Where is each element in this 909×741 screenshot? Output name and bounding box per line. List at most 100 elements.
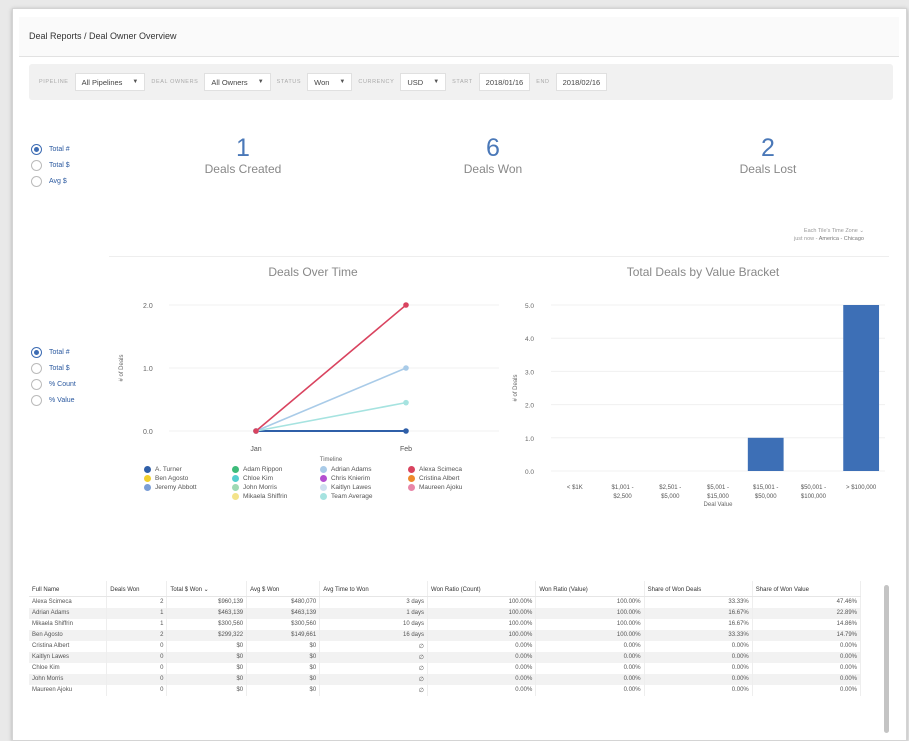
radio-count[interactable]: % Count [31, 379, 76, 390]
data-point-a-turner[interactable] [403, 428, 409, 434]
radio-total[interactable]: Total # [31, 144, 70, 155]
cell-share-of-won-value: 0.00% [752, 673, 862, 685]
caret-down-icon: ▼ [433, 79, 440, 85]
timezone-selector[interactable]: Each Tile's Time Zone ⌄ [794, 227, 864, 235]
cell-full-name: Cristina Albert [29, 640, 108, 652]
cell-won-ratio-count: 100.00% [427, 596, 537, 608]
table-row[interactable]: Kaitlyn Lawes 0 $0 $0 ∅ 0.00% 0.00% 0.00% 0.00% [29, 651, 862, 663]
column-header-total-won[interactable]: Total $ Won ⌄ [166, 581, 248, 597]
legend-item-alexa-scimeca[interactable]: Alexa Scimeca [408, 466, 488, 473]
legend-item-cristina-albert[interactable]: Cristina Albert [408, 475, 488, 482]
currency-select[interactable]: USD ▼ [400, 73, 447, 91]
cell-avg-time-to-won: 1 days [319, 607, 429, 619]
cell-avg-time-to-won: 16 days [319, 629, 429, 641]
cell-avg-won: $0 [246, 684, 321, 696]
cell-won-ratio-count: 0.00% [427, 684, 537, 696]
column-header-avg-won[interactable]: Avg $ Won [246, 581, 321, 597]
header-bar: Deal Reports / Deal Owner Overview [19, 17, 899, 57]
table-row[interactable]: Chloe Kim 0 $0 $0 ∅ 0.00% 0.00% 0.00% 0.00% [29, 662, 862, 674]
pipeline-select[interactable]: All Pipelines ▼ [74, 73, 146, 91]
legend-item-john-morris[interactable]: John Morris [232, 484, 312, 491]
table-row[interactable]: Ben Agosto 2 $299,322 $149,661 16 days 100.00… [29, 629, 862, 641]
table-row[interactable]: Adrian Adams 1 $463,139 $463,139 1 days 100.0… [29, 607, 862, 619]
cell-full-name: Alexa Scimeca [29, 596, 108, 608]
column-header-share-of-won-value[interactable]: Share of Won Value [752, 581, 862, 597]
cell-total-won: $0 [166, 673, 248, 685]
start-date-input[interactable]: 2018/01/16 [478, 73, 531, 91]
legend-item-a-turner[interactable]: A. Turner [144, 466, 224, 473]
legend-item-ben-agosto[interactable]: Ben Agosto [144, 475, 224, 482]
x-axis-label: Timeline [320, 457, 343, 463]
column-header-full-name[interactable]: Full Name [29, 581, 108, 597]
column-header-avg-time-to-won[interactable]: Avg Time to Won [319, 581, 429, 597]
x-tick-label: $15,000 [707, 494, 729, 500]
radio-total[interactable]: Total $ [31, 160, 70, 171]
cell-share-of-won-value: 47.46% [752, 596, 862, 608]
radio-value[interactable]: % Value [31, 395, 76, 406]
cell-avg-won: $300,560 [246, 618, 321, 630]
cell-share-of-won-deals: 16.67% [644, 607, 753, 619]
legend-swatch-icon [408, 475, 415, 482]
radio-total[interactable]: Total # [31, 347, 76, 358]
end-label: End [536, 79, 550, 85]
x-tick-label: $1,001 - [612, 485, 634, 491]
series-line-adrian-adams [255, 367, 407, 432]
table-row[interactable]: John Morris 0 $0 $0 ∅ 0.00% 0.00% 0.00% 0.00% [29, 673, 862, 685]
legend-item-adam-rippon[interactable]: Adam Rippon [232, 466, 312, 473]
legend-item-mikaela-shiffrin[interactable]: Mikaela Shiffrin [232, 493, 312, 500]
cell-share-of-won-deals: 0.00% [644, 662, 753, 674]
breadcrumb[interactable]: Deal Reports / Deal Owner Overview [29, 31, 177, 41]
cell-full-name: Maureen Ajoku [29, 684, 108, 696]
table-scrollbar[interactable] [884, 585, 889, 733]
legend-item-chris-knierim[interactable]: Chris Knierim [320, 475, 400, 482]
legend-item-adrian-adams[interactable]: Adrian Adams [320, 466, 400, 473]
cell-won-ratio-count: 0.00% [427, 662, 537, 674]
legend-item-team-average[interactable]: Team Average [320, 493, 400, 500]
series-line-team-average [255, 401, 407, 432]
legend-label: Adam Rippon [243, 466, 283, 473]
legend-item-kaitlyn-lawes[interactable]: Kaitlyn Lawes [320, 484, 400, 491]
x-tick-label: $50,000 [755, 494, 777, 500]
cell-won-ratio-value: 100.00% [535, 629, 645, 641]
bar[interactable] [747, 437, 784, 471]
data-point-adrian-adams[interactable] [403, 365, 409, 371]
cell-share-of-won-deals: 0.00% [644, 640, 753, 652]
column-header-share-of-won-deals[interactable]: Share of Won Deals [644, 581, 753, 597]
legend-item-maureen-ajoku[interactable]: Maureen Ajoku [408, 484, 488, 491]
legend-item-jeremy-abbott[interactable]: Jeremy Abbott [144, 484, 224, 491]
cell-deals-won: 1 [106, 618, 168, 630]
cell-avg-won: $0 [246, 673, 321, 685]
table-row[interactable]: Maureen Ajoku 0 $0 $0 ∅ 0.00% 0.00% 0.00% 0.00% [29, 684, 862, 696]
cell-won-ratio-count: 100.00% [427, 618, 537, 630]
radio-button-icon [31, 363, 42, 374]
cell-avg-won: $463,139 [246, 607, 321, 619]
cell-won-ratio-value: 0.00% [535, 662, 645, 674]
pipeline-value: All Pipelines [81, 77, 123, 87]
cell-deals-won: 1 [106, 607, 168, 619]
status-select[interactable]: Won ▼ [307, 73, 353, 91]
radio-avg[interactable]: Avg $ [31, 176, 70, 187]
column-header-deals-won[interactable]: Deals Won [106, 581, 168, 597]
y-tick-label: 3.0 [525, 369, 534, 376]
y-axis-label: # of Deals [119, 354, 125, 381]
legend-label: A. Turner [155, 466, 182, 473]
y-tick-label: 0.0 [525, 469, 534, 476]
radio-total[interactable]: Total $ [31, 363, 76, 374]
deal-owners-select[interactable]: All Owners ▼ [204, 73, 271, 91]
legend-swatch-icon [144, 466, 151, 473]
table-row[interactable]: Mikaela Shiffrin 1 $300,560 $300,560 10 days… [29, 618, 862, 630]
cell-share-of-won-deals: 0.00% [644, 673, 753, 685]
data-point-alexa-scimeca[interactable] [403, 302, 409, 308]
legend-item-chloe-kim[interactable]: Chloe Kim [232, 475, 312, 482]
cell-won-ratio-value: 0.00% [535, 684, 645, 696]
bar[interactable] [843, 305, 880, 471]
end-date-input[interactable]: 2018/02/16 [555, 73, 608, 91]
legend-label: Team Average [331, 493, 373, 500]
data-point-alexa-scimeca[interactable] [253, 428, 259, 434]
table-row[interactable]: Alexa Scimeca 2 $960,139 $480,070 3 days 100.… [29, 596, 862, 608]
legend-label: Alexa Scimeca [419, 466, 462, 473]
data-point-team-average[interactable] [403, 399, 409, 406]
table-row[interactable]: Cristina Albert 0 $0 $0 ∅ 0.00% 0.00% 0.00% 0.00… [29, 640, 862, 652]
column-header-won-ratio-count[interactable]: Won Ratio (Count) [427, 581, 537, 597]
column-header-won-ratio-value[interactable]: Won Ratio (Value) [535, 581, 645, 597]
